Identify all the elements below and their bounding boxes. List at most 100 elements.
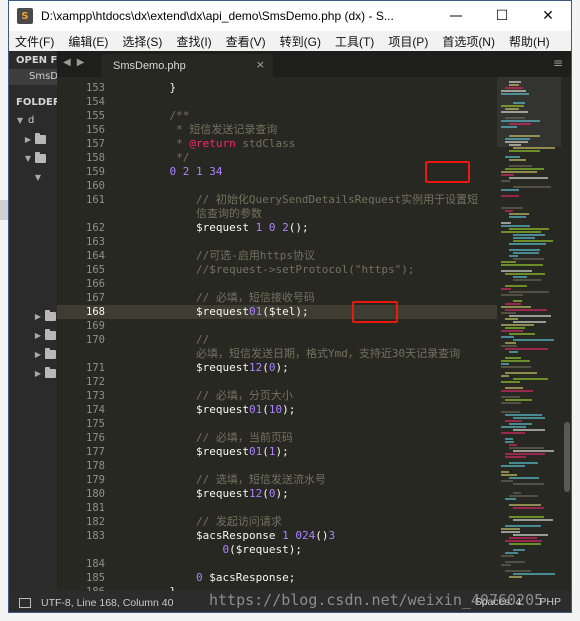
tab-menu-icon[interactable]: ≡ bbox=[553, 56, 563, 70]
open-file-item[interactable]: SmsD bbox=[9, 69, 57, 85]
expand-triangle-icon[interactable]: ▼ bbox=[33, 173, 43, 182]
code-line[interactable]: // bbox=[143, 333, 209, 347]
line-number: 159 bbox=[86, 166, 105, 178]
line-number: 183 bbox=[86, 530, 105, 542]
minimap-line bbox=[505, 108, 519, 110]
tree-row-folder[interactable]: ▶ bbox=[9, 307, 57, 326]
minimap-line bbox=[509, 243, 546, 245]
minimap-line bbox=[501, 366, 531, 368]
expand-triangle-icon[interactable]: ▼ bbox=[15, 116, 25, 125]
minimap-line bbox=[509, 543, 541, 545]
menu-preferences[interactable]: 首选项(N) bbox=[442, 33, 495, 50]
code-line[interactable]: 0($request); bbox=[143, 543, 301, 557]
panel-toggle-icon[interactable] bbox=[19, 597, 31, 608]
menu-goto[interactable]: 转到(G) bbox=[280, 33, 321, 50]
line-number: 174 bbox=[86, 404, 105, 416]
minimap-line bbox=[501, 90, 526, 92]
minimap-line bbox=[505, 561, 525, 563]
minimap-line bbox=[501, 555, 514, 557]
code-line[interactable]: $request01(10); bbox=[143, 403, 295, 417]
tab-scroll-arrows-icon[interactable]: ◀▶ bbox=[63, 57, 90, 68]
folder-icon bbox=[45, 348, 56, 359]
minimap-line bbox=[501, 528, 520, 530]
minimap-line bbox=[509, 495, 538, 497]
menu-tools[interactable]: 工具(T) bbox=[335, 33, 374, 50]
code-line[interactable]: // 必填，短信接收号码 bbox=[143, 291, 315, 305]
menu-edit[interactable]: 编辑(E) bbox=[68, 33, 108, 50]
code-line[interactable]: $request12(0); bbox=[143, 361, 289, 375]
minimap-line bbox=[513, 102, 525, 104]
tree-row-folder[interactable]: ▼ bbox=[9, 168, 57, 187]
line-number: 162 bbox=[86, 222, 105, 234]
title-bar[interactable]: S D:\xampp\htdocs\dx\extend\dx\api_demo\… bbox=[9, 1, 571, 31]
line-number: 164 bbox=[86, 250, 105, 262]
menu-help[interactable]: 帮助(H) bbox=[509, 33, 550, 50]
code-line[interactable]: /** bbox=[143, 109, 189, 123]
tree-row-folder[interactable]: ▶ bbox=[9, 364, 57, 383]
code-line[interactable]: //$request->setProtocol("https"); bbox=[143, 263, 415, 277]
code-line[interactable]: // 初始化QuerySendDetailsRequest实例用于设置短 bbox=[143, 193, 478, 207]
minimap-line bbox=[505, 210, 513, 212]
code-line[interactable]: $request01(1); bbox=[143, 445, 289, 459]
tree-row-folder[interactable]: ▶ bbox=[9, 326, 57, 345]
code-line[interactable]: $request 1 0 2(); bbox=[143, 221, 309, 235]
tab-close-icon[interactable]: × bbox=[256, 58, 265, 71]
minimap-line bbox=[509, 576, 522, 578]
collapse-triangle-icon[interactable]: ▶ bbox=[23, 135, 33, 144]
line-number: 156 bbox=[86, 124, 105, 136]
close-button[interactable]: ✕ bbox=[525, 1, 571, 31]
code-line[interactable]: * 短信发送记录查询 bbox=[143, 123, 277, 137]
code-line[interactable]: */ bbox=[143, 151, 189, 165]
code-line[interactable]: 必填，短信发送日期，格式Ymd，支持近30天记录查询 bbox=[143, 347, 460, 361]
code-line[interactable]: 0 2 1 34 bbox=[143, 165, 223, 179]
maximize-button[interactable]: ☐ bbox=[479, 1, 525, 31]
minimize-button[interactable]: — bbox=[433, 1, 479, 31]
code-line[interactable]: } bbox=[143, 81, 176, 95]
collapse-triangle-icon[interactable]: ▶ bbox=[33, 350, 43, 359]
code-line[interactable]: $request12(0); bbox=[143, 487, 289, 501]
tab-label: SmsDemo.php bbox=[113, 59, 186, 72]
minimap-line bbox=[513, 276, 527, 278]
code-line[interactable]: $acsResponse 1 024()3 bbox=[143, 529, 335, 543]
expand-triangle-icon[interactable]: ▼ bbox=[23, 154, 33, 163]
menu-project[interactable]: 项目(P) bbox=[388, 33, 428, 50]
minimap-line bbox=[501, 207, 523, 209]
minimap-line bbox=[501, 222, 511, 224]
minimap-line bbox=[505, 438, 513, 440]
tree-row-folder[interactable]: ▶ bbox=[9, 130, 57, 149]
minimap-line bbox=[501, 261, 516, 263]
code-line[interactable]: //可选-启用https协议 bbox=[143, 249, 315, 263]
code-line[interactable]: * @return stdClass bbox=[143, 137, 295, 151]
tab-smsdemo[interactable]: SmsDemo.php × bbox=[101, 54, 273, 77]
sidebar: OPEN FI SmsD FOLDER ▼ d ▶ ▼ ▼ ▶ ▶ ▶ ▶ bbox=[9, 51, 57, 591]
code-line[interactable]: 0 $acsResponse; bbox=[143, 571, 295, 585]
vertical-scrollbar[interactable] bbox=[561, 77, 571, 591]
code-line[interactable]: // 必填，分页大小 bbox=[143, 389, 293, 403]
folder-icon bbox=[45, 310, 56, 321]
scrollbar-thumb[interactable] bbox=[564, 422, 570, 492]
menu-view[interactable]: 查看(V) bbox=[226, 33, 266, 50]
collapse-triangle-icon[interactable]: ▶ bbox=[33, 312, 43, 321]
collapse-triangle-icon[interactable]: ▶ bbox=[33, 331, 43, 340]
minimap-line bbox=[501, 306, 531, 308]
tree-row-folder[interactable]: ▼ bbox=[9, 149, 57, 168]
minimap-line bbox=[501, 93, 529, 95]
minimap-line bbox=[509, 135, 540, 137]
tree-row-root[interactable]: ▼ d bbox=[9, 111, 57, 130]
minimap[interactable] bbox=[497, 77, 561, 591]
menu-file[interactable]: 文件(F) bbox=[15, 33, 54, 50]
menu-selection[interactable]: 选择(S) bbox=[122, 33, 162, 50]
code-editor[interactable]: 153 154 155 156 157 158 159 160 161 162 163 164 165 1… bbox=[57, 77, 497, 591]
window-controls: — ☐ ✕ bbox=[433, 1, 571, 31]
code-line[interactable]: // 选填，短信发送流水号 bbox=[143, 473, 326, 487]
minimap-line bbox=[509, 144, 521, 146]
line-number: 153 bbox=[86, 82, 105, 94]
code-line[interactable]: 信查询的参数 bbox=[143, 207, 262, 221]
collapse-triangle-icon[interactable]: ▶ bbox=[33, 369, 43, 378]
code-line[interactable]: // 发起访问请求 bbox=[143, 515, 282, 529]
tree-row-folder[interactable]: ▶ bbox=[9, 345, 57, 364]
menu-find[interactable]: 查找(I) bbox=[176, 33, 211, 50]
code-line[interactable]: // 必填，当前页码 bbox=[143, 431, 293, 445]
code-line[interactable]: $request01($tel); bbox=[143, 305, 309, 319]
minimap-line bbox=[509, 255, 518, 257]
